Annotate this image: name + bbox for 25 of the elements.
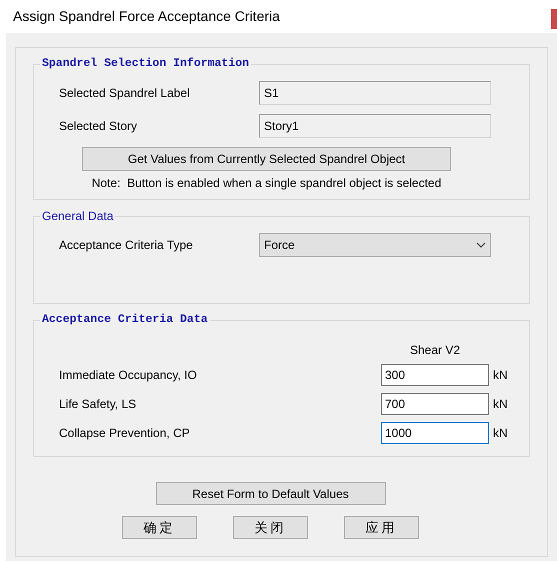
reset-button[interactable]: Reset Form to Default Values [156, 482, 386, 505]
criteria-type-dropdown[interactable]: Force [259, 233, 491, 257]
dialog-button[interactable]: 应用 [344, 516, 419, 539]
note-text: Note: Button is enabled when a single spandrel object is selected [92, 175, 442, 192]
dialog-button[interactable]: 确定 [122, 516, 197, 539]
value-input[interactable]: 700 [381, 393, 489, 415]
close-button[interactable] [551, 9, 557, 29]
field-label: Collapse Prevention, CP [59, 425, 191, 442]
value-input[interactable]: 300 [381, 364, 489, 386]
dialog-button[interactable]: 关闭 [233, 516, 308, 539]
window-title: Assign Spandrel Force Acceptance Criteria [13, 7, 280, 26]
unit-label: kN [493, 396, 508, 413]
get-values-button[interactable]: Get Values from Currently Selected Spandrel Object [82, 147, 451, 171]
field-label: Immediate Occupancy, IO [59, 367, 198, 384]
field-label: Selected Story [59, 118, 138, 135]
column-heading: Shear V2 [408, 342, 462, 359]
unit-label: kN [493, 425, 508, 442]
chevron-down-icon [476, 242, 486, 248]
unit-label: kN [493, 367, 508, 384]
read-only-field: S1 [259, 81, 491, 105]
field-label: Acceptance Criteria Type [59, 237, 194, 254]
read-only-field: Story1 [259, 114, 491, 138]
field-label: Life Safety, LS [59, 396, 138, 413]
field-label: Selected Spandrel Label [59, 85, 191, 102]
value-input[interactable]: 1000 [381, 422, 489, 444]
